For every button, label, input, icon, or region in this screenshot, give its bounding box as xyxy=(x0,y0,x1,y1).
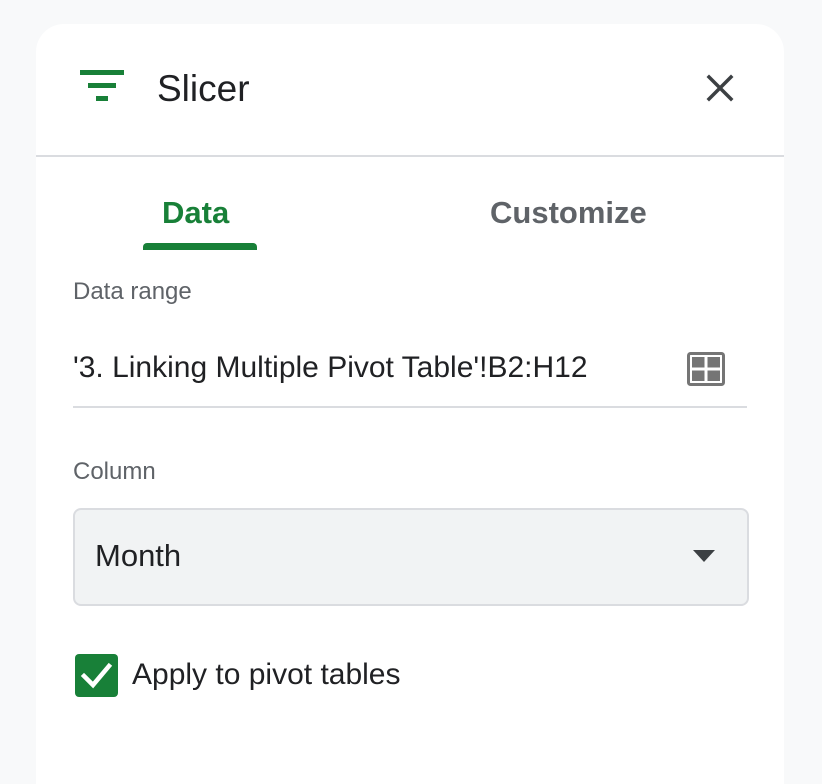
panel-title: Slicer xyxy=(157,68,250,109)
apply-to-pivot-checkbox[interactable] xyxy=(75,654,118,697)
apply-to-pivot-label: Apply to pivot tables xyxy=(132,658,401,691)
tab-bar: Data Customize xyxy=(36,157,784,253)
checkmark-icon xyxy=(80,662,113,689)
filter-icon xyxy=(80,70,124,101)
tab-customize[interactable]: Customize xyxy=(490,195,647,231)
grid-select-icon[interactable] xyxy=(687,352,725,386)
column-select[interactable]: Month xyxy=(73,508,749,606)
dropdown-arrow-icon xyxy=(693,550,715,562)
slicer-panel: Slicer Data Customize Data range Column … xyxy=(36,24,784,784)
slicer-header: Slicer xyxy=(36,24,784,157)
data-range-label: Data range xyxy=(73,278,192,305)
column-label: Column xyxy=(73,458,156,485)
data-range-field xyxy=(73,344,747,408)
tab-data[interactable]: Data xyxy=(162,195,229,231)
column-selected-value: Month xyxy=(95,538,182,573)
active-tab-indicator xyxy=(143,243,257,250)
data-range-input[interactable] xyxy=(73,348,673,388)
close-icon[interactable] xyxy=(700,68,740,108)
